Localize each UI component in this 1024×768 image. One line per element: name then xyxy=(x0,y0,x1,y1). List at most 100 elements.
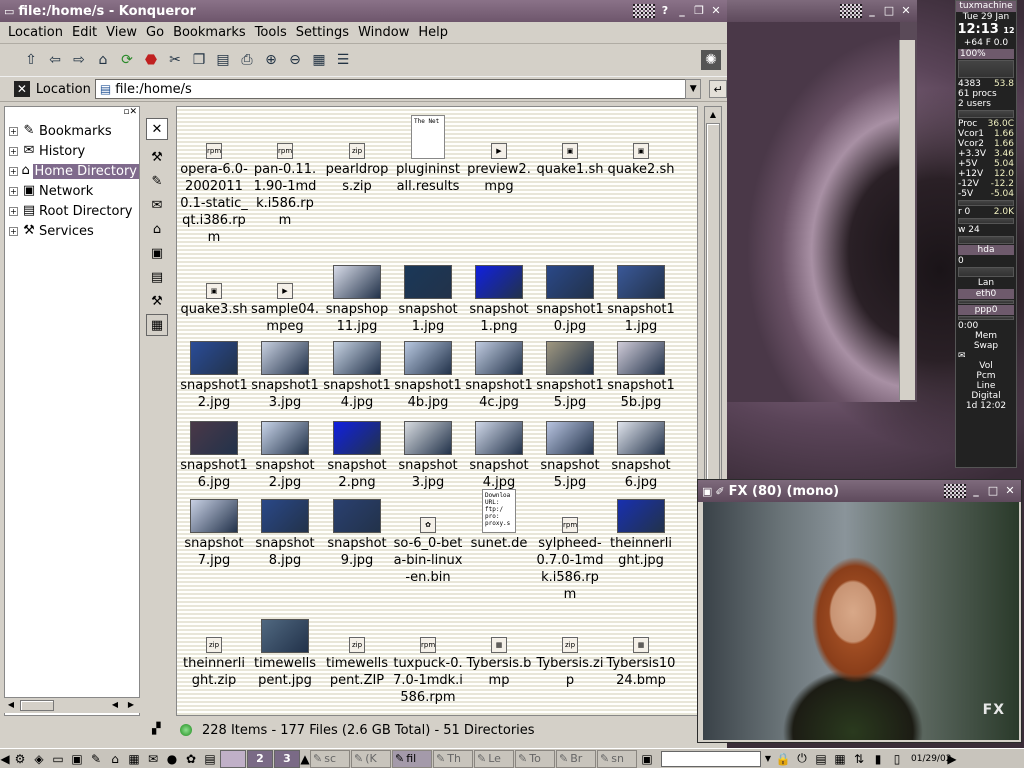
close-button[interactable]: ✕ xyxy=(709,4,723,18)
background-window-titlebar[interactable]: _ □ ✕ xyxy=(727,0,917,22)
calendar-icon[interactable]: ▦ xyxy=(831,750,849,768)
taskbar-task[interactable]: ✎ sc xyxy=(310,749,350,768)
sidebar-tree[interactable]: ▫✕ + ✎ Bookmarks + ✉ History + ⌂ Home Directory +… xyxy=(4,106,140,716)
menu-view[interactable]: View xyxy=(106,25,137,40)
home-tab-icon[interactable]: ⌂ xyxy=(146,218,168,240)
file-item[interactable]: zip pearldrops.zip xyxy=(322,107,392,195)
archive-icon[interactable]: ▤ xyxy=(201,750,219,768)
pager-desktop-3[interactable]: 3 xyxy=(274,749,300,768)
back-icon[interactable]: ⇦ xyxy=(44,49,66,71)
expand-icon[interactable]: + xyxy=(9,206,18,216)
configure-tab-icon[interactable]: ▦ xyxy=(146,314,168,336)
file-item[interactable]: snapshot14c.jpg xyxy=(464,323,534,411)
kmenu-icon[interactable]: ⚙ xyxy=(11,750,29,768)
background-window-scrollbar[interactable] xyxy=(899,40,915,400)
scroll-right-icon[interactable]: ▶ xyxy=(124,698,138,712)
clear-location-icon[interactable]: ✕ xyxy=(14,81,30,97)
scroll-up-icon[interactable]: ▲ xyxy=(706,108,720,122)
file-item[interactable]: snapshot9.jpg xyxy=(322,481,392,569)
expand-icon[interactable]: + xyxy=(9,126,18,136)
background-window[interactable]: _ □ ✕ xyxy=(727,0,917,402)
forward-icon[interactable]: ⇨ xyxy=(68,49,90,71)
file-item[interactable]: zip timewellspent.ZIP xyxy=(322,601,392,689)
network-tab-icon[interactable]: ▣ xyxy=(146,242,168,264)
resize-grip-icon[interactable]: ▞ xyxy=(152,722,160,735)
file-item[interactable]: ▣ quake1.sh xyxy=(535,107,605,178)
minimize-button[interactable]: _ xyxy=(865,4,879,18)
file-item[interactable]: rpm pan-0.11.1.90-1mdk.i586.rpm xyxy=(250,107,320,229)
file-item[interactable]: snapshot6.jpg xyxy=(606,403,676,491)
services-tab-icon[interactable]: ⚒ xyxy=(146,146,168,168)
bookmarks-tab-icon[interactable]: ✎ xyxy=(146,170,168,192)
tools-tab-icon[interactable]: ⚒ xyxy=(146,290,168,312)
taskbar-combo[interactable] xyxy=(661,750,761,767)
reload-icon[interactable]: ⟳ xyxy=(116,49,138,71)
lock-icon[interactable]: 🔒 xyxy=(774,750,792,768)
konqueror-titlebar[interactable]: ▭ file:/home/s - Konqueror ? _ ❐ ✕ xyxy=(0,0,727,22)
file-item[interactable]: snapshot14b.jpg xyxy=(393,323,463,411)
calc-icon[interactable]: ▦ xyxy=(125,750,143,768)
taskbar-task[interactable]: ✎ Br xyxy=(556,749,596,768)
taskbar-task[interactable]: ✎ To xyxy=(515,749,555,768)
tv-titlebar[interactable]: ▣ ✐ FX (80) (mono) _ □ ✕ xyxy=(698,480,1021,502)
file-item[interactable]: snapshot2.jpg xyxy=(250,403,320,491)
file-item[interactable]: snapshot1.png xyxy=(464,247,534,335)
tree-item-root-directory[interactable]: + ▤ Root Directory xyxy=(5,201,139,221)
file-item[interactable]: snapshot2.png xyxy=(322,403,392,491)
file-item[interactable]: ▦ Tybersis.bmp xyxy=(464,601,534,689)
location-dropdown[interactable]: ▼ xyxy=(685,79,702,99)
kde-icon[interactable]: ✿ xyxy=(182,750,200,768)
combo-arrow-icon[interactable]: ▼ xyxy=(763,750,773,768)
close-sidebar-icon[interactable]: ✕ xyxy=(146,118,168,140)
maximize-button[interactable]: ❐ xyxy=(692,4,706,18)
file-item[interactable]: rpm opera-6.0-20020110.1-static_qt.i386.r… xyxy=(179,107,249,246)
file-item[interactable]: snapshot11.jpg xyxy=(606,247,676,335)
window-menu-icon[interactable]: ▣ xyxy=(702,485,712,498)
tree-item-services[interactable]: + ⚒ Services xyxy=(5,221,139,241)
go-button[interactable]: ↵ xyxy=(709,80,727,98)
menu-tools[interactable]: Tools xyxy=(255,25,287,40)
file-item[interactable]: ▣ quake2.sh xyxy=(606,107,676,178)
close-button[interactable]: ✕ xyxy=(1003,484,1017,498)
network-status-icon[interactable]: ⇅ xyxy=(850,750,868,768)
cut-icon[interactable]: ✂ xyxy=(164,49,186,71)
close-panel-icon[interactable]: ▫✕ xyxy=(123,107,137,121)
taskbar-task[interactable]: ✎ sn xyxy=(597,749,637,768)
stop-icon[interactable]: ⬣ xyxy=(140,49,162,71)
home-icon[interactable]: ⌂ xyxy=(92,49,114,71)
settings-icon[interactable]: ◈ xyxy=(30,750,48,768)
minimize-button[interactable]: _ xyxy=(969,484,983,498)
file-item[interactable]: ▶ sample04.mpeg xyxy=(250,247,320,335)
menu-edit[interactable]: Edit xyxy=(72,25,97,40)
pager-desktop-2[interactable]: 2 xyxy=(247,749,273,768)
zoom-out-icon[interactable]: ⊖ xyxy=(284,49,306,71)
pager-desktop-1[interactable] xyxy=(220,749,246,768)
file-item[interactable]: snapshot15b.jpg xyxy=(606,323,676,411)
tree-item-network[interactable]: + ▣ Network xyxy=(5,181,139,201)
file-item[interactable]: ▦ Tybersis1024.bmp xyxy=(606,601,676,689)
desktop-icon[interactable]: ▭ xyxy=(49,750,67,768)
file-item[interactable]: ▣ quake3.sh xyxy=(179,247,249,318)
terminal-icon[interactable]: ▣ xyxy=(68,750,86,768)
sticky-icon[interactable] xyxy=(840,4,862,18)
taskbar-task[interactable]: ✎ (K xyxy=(351,749,391,768)
taskbar-task[interactable]: ✎ fil xyxy=(392,749,432,768)
scroll-right-icon[interactable]: ▶ xyxy=(947,750,957,768)
taskbar-scroll-icon[interactable]: ▲ xyxy=(300,750,309,768)
file-item[interactable]: snapshot1.jpg xyxy=(393,247,463,335)
expand-icon[interactable]: + xyxy=(9,226,18,236)
mail-icon[interactable]: ✉ xyxy=(144,750,162,768)
monitor-applet-icon[interactable]: ▮ xyxy=(869,750,887,768)
file-item[interactable]: The Net plugininstall.results xyxy=(393,107,463,195)
copy-icon[interactable]: ❐ xyxy=(188,49,210,71)
sticky-icon[interactable]: ✐ xyxy=(715,485,724,498)
location-input[interactable]: ▤ file:/home/s xyxy=(94,79,687,99)
tree-item-bookmarks[interactable]: + ✎ Bookmarks xyxy=(5,121,139,141)
help-button[interactable]: ? xyxy=(658,4,672,18)
keyboard-icon[interactable]: ▯ xyxy=(888,750,906,768)
history-tab-icon[interactable]: ✉ xyxy=(146,194,168,216)
lock-app-icon[interactable]: ▣ xyxy=(638,750,656,768)
file-item[interactable]: snapshot7.jpg xyxy=(179,481,249,569)
file-item[interactable]: snapshot8.jpg xyxy=(250,481,320,569)
scroll-left-icon[interactable]: ◀ xyxy=(108,698,122,712)
